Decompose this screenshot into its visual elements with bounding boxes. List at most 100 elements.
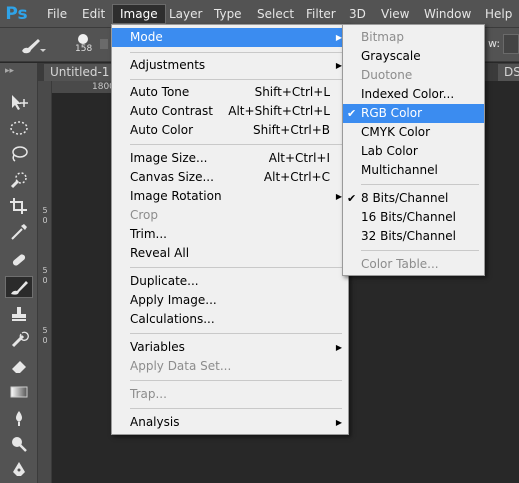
menu-entry-auto-tone[interactable]: Auto Tone Shift+Ctrl+L bbox=[112, 83, 348, 102]
ruler-label: 0 bbox=[42, 276, 48, 285]
submenu-arrow-icon: ▶ bbox=[335, 343, 342, 352]
mode-entry-lab-color[interactable]: Lab Color bbox=[343, 142, 484, 161]
lasso-tool-icon[interactable] bbox=[5, 143, 33, 165]
menu-entry-label: Canvas Size... bbox=[130, 170, 214, 184]
mode-entry-grayscale[interactable]: Grayscale bbox=[343, 47, 484, 66]
menu-separator bbox=[361, 250, 479, 251]
menu-entry-label: Image Size... bbox=[130, 151, 208, 165]
menu-select[interactable]: Select bbox=[250, 4, 301, 24]
eyedropper-tool-icon[interactable] bbox=[5, 221, 33, 243]
menu-entry-variables[interactable]: Variables ▶ bbox=[112, 338, 348, 357]
menu-entry-label: Variables bbox=[130, 340, 185, 354]
menu-entry-apply-data-set: Apply Data Set... bbox=[112, 357, 348, 376]
menu-entry-label: RGB Color bbox=[361, 106, 423, 120]
menu-entry-shortcut: Alt+Ctrl+I bbox=[268, 151, 330, 165]
brush-tool-icon[interactable] bbox=[5, 276, 33, 298]
menu-entry-label: Trap... bbox=[130, 387, 167, 401]
menu-entry-label: Auto Tone bbox=[130, 85, 190, 99]
pen-tool-icon[interactable] bbox=[5, 459, 33, 481]
menu-filter[interactable]: Filter bbox=[299, 4, 343, 24]
ruler-label: 5 bbox=[42, 326, 48, 335]
menu-entry-shortcut: Alt+Ctrl+C bbox=[263, 170, 330, 184]
brush-size-value: 158 bbox=[75, 44, 93, 54]
brush-tool-icon[interactable] bbox=[18, 35, 46, 55]
mode-submenu: Bitmap Grayscale Duotone Indexed Color..… bbox=[342, 24, 485, 276]
eraser-tool-icon[interactable] bbox=[5, 355, 33, 377]
tab-untitled-1[interactable]: Untitled-1 @ bbox=[44, 64, 114, 81]
crop-tool-icon[interactable] bbox=[5, 195, 33, 217]
dodge-tool-icon[interactable] bbox=[5, 433, 33, 455]
clone-stamp-tool-icon[interactable] bbox=[5, 303, 33, 325]
menu-type[interactable]: Type bbox=[207, 4, 249, 24]
menu-entry-label: Crop bbox=[130, 208, 159, 222]
mode-entry-multichannel[interactable]: Multichannel bbox=[343, 161, 484, 180]
healing-brush-tool-icon[interactable] bbox=[5, 249, 33, 271]
airbrush-icon[interactable] bbox=[503, 34, 519, 54]
menu-entry-shortcut: Shift+Ctrl+L bbox=[254, 85, 330, 99]
menu-window[interactable]: Window bbox=[417, 4, 478, 24]
blur-tool-icon[interactable] bbox=[5, 407, 33, 429]
menu-3d[interactable]: 3D bbox=[342, 4, 373, 24]
collapse-icon[interactable]: ▸▸ bbox=[5, 66, 14, 76]
move-tool-icon[interactable] bbox=[5, 91, 33, 113]
flow-label: w: bbox=[488, 37, 501, 50]
menu-entry-label: Calculations... bbox=[130, 312, 215, 326]
menu-help[interactable]: Help bbox=[478, 4, 519, 24]
menu-entry-crop: Crop bbox=[112, 206, 348, 225]
submenu-arrow-icon: ▶ bbox=[335, 418, 342, 427]
menu-entry-adjustments[interactable]: Adjustments ▶ bbox=[112, 56, 348, 75]
menu-entry-label: 8 Bits/Channel bbox=[361, 191, 449, 205]
tools-panel: ▸▸ bbox=[0, 63, 38, 483]
menu-entry-label: Trim... bbox=[130, 227, 167, 241]
menu-separator bbox=[361, 184, 479, 185]
menu-separator bbox=[130, 408, 342, 409]
menu-entry-label: Multichannel bbox=[361, 163, 438, 177]
menu-entry-label: Analysis bbox=[130, 415, 180, 429]
menu-entry-label: Auto Contrast bbox=[130, 104, 213, 118]
menu-entry-label: Apply Data Set... bbox=[130, 359, 232, 373]
menu-entry-image-rotation[interactable]: Image Rotation ▶ bbox=[112, 187, 348, 206]
history-brush-tool-icon[interactable] bbox=[5, 329, 33, 351]
mode-entry-16-bits[interactable]: 16 Bits/Channel bbox=[343, 208, 484, 227]
menu-entry-label: 16 Bits/Channel bbox=[361, 210, 456, 224]
menu-entry-trap: Trap... bbox=[112, 385, 348, 404]
menu-entry-shortcut: Alt+Shift+Ctrl+L bbox=[228, 104, 330, 118]
menu-entry-mode[interactable]: Mode ▶ bbox=[112, 28, 348, 47]
menu-entry-label: Color Table... bbox=[361, 257, 439, 271]
mode-entry-32-bits[interactable]: 32 Bits/Channel bbox=[343, 227, 484, 246]
menu-file[interactable]: File bbox=[40, 4, 74, 24]
menu-entry-trim[interactable]: Trim... bbox=[112, 225, 348, 244]
menu-entry-canvas-size[interactable]: Canvas Size... Alt+Ctrl+C bbox=[112, 168, 348, 187]
menu-entry-label: Mode bbox=[130, 30, 163, 44]
tab-other-document[interactable]: DS bbox=[498, 64, 519, 81]
mode-entry-8-bits[interactable]: ✔ 8 Bits/Channel bbox=[343, 189, 484, 208]
chevron-down-icon[interactable] bbox=[100, 39, 108, 49]
menu-entry-label: Apply Image... bbox=[130, 293, 217, 307]
menu-entry-calculations[interactable]: Calculations... bbox=[112, 310, 348, 329]
gradient-tool-icon[interactable] bbox=[5, 381, 33, 403]
menu-image[interactable]: Image bbox=[112, 4, 166, 24]
menu-entry-reveal-all[interactable]: Reveal All bbox=[112, 244, 348, 263]
menu-edit[interactable]: Edit bbox=[75, 4, 112, 24]
marquee-tool-icon[interactable] bbox=[5, 117, 33, 139]
menu-entry-label: Adjustments bbox=[130, 58, 206, 72]
check-icon: ✔ bbox=[347, 107, 357, 120]
menu-entry-auto-color[interactable]: Auto Color Shift+Ctrl+B bbox=[112, 121, 348, 140]
mode-entry-rgb-color[interactable]: ✔ RGB Color bbox=[343, 104, 484, 123]
menu-separator bbox=[130, 52, 342, 53]
menu-view[interactable]: View bbox=[374, 4, 416, 24]
menu-entry-analysis[interactable]: Analysis ▶ bbox=[112, 413, 348, 432]
menu-entry-image-size[interactable]: Image Size... Alt+Ctrl+I bbox=[112, 149, 348, 168]
quick-selection-tool-icon[interactable] bbox=[5, 169, 33, 191]
menu-entry-auto-contrast[interactable]: Auto Contrast Alt+Shift+Ctrl+L bbox=[112, 102, 348, 121]
menu-layer[interactable]: Layer bbox=[162, 4, 209, 24]
menu-separator bbox=[130, 267, 342, 268]
menu-entry-label: Bitmap bbox=[361, 30, 404, 44]
menu-entry-label: Reveal All bbox=[130, 246, 190, 260]
mode-entry-cmyk-color[interactable]: CMYK Color bbox=[343, 123, 484, 142]
ruler-label: 5 bbox=[42, 266, 48, 275]
menu-entry-label: Duplicate... bbox=[130, 274, 199, 288]
menu-entry-duplicate[interactable]: Duplicate... bbox=[112, 272, 348, 291]
mode-entry-indexed-color[interactable]: Indexed Color... bbox=[343, 85, 484, 104]
menu-entry-apply-image[interactable]: Apply Image... bbox=[112, 291, 348, 310]
